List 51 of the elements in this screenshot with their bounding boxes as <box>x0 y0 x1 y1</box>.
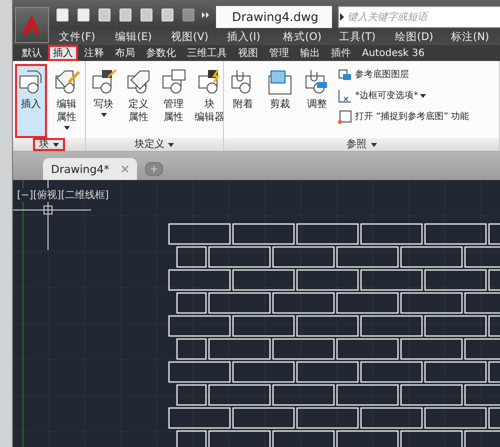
ribbon-button[interactable]: 编辑 属性 <box>50 64 83 138</box>
block-icon <box>266 68 294 96</box>
ribbon-tab[interactable]: Autodesk 36 <box>357 45 430 61</box>
panel-title[interactable]: 参照 <box>342 138 382 151</box>
ribbon-tab[interactable]: 参数化 <box>141 45 181 61</box>
menu-item[interactable]: 工具(T) <box>339 30 395 45</box>
document-title: Drawing4.dwg <box>216 6 332 28</box>
layers-icon <box>337 66 354 82</box>
document-tab[interactable]: Drawing4* <box>43 158 137 180</box>
ribbon-tab[interactable]: 默认 <box>17 45 47 61</box>
snap-icon <box>337 108 354 124</box>
menu-item[interactable]: 标注(N) <box>451 30 500 45</box>
caret-icon <box>370 142 377 146</box>
menu-item[interactable]: 插入(I) <box>227 30 283 45</box>
app-menu-button[interactable] <box>15 7 49 43</box>
ribbon-tab[interactable]: 插件 <box>326 45 356 61</box>
ribbon-tab[interactable]: 注释 <box>79 45 109 61</box>
ribbon-tab[interactable]: 三维工具 <box>182 45 232 61</box>
ribbon-tab[interactable]: 布局 <box>110 45 140 61</box>
menu-item[interactable]: 编辑(E) <box>115 30 171 45</box>
menu-item[interactable]: 绘图(D) <box>395 30 451 45</box>
block-icon <box>90 68 118 96</box>
ribbon-command[interactable]: *边框可变选项* <box>337 85 470 106</box>
ribbon-command[interactable]: 打开 “捕捉到参考底图” 功能 <box>337 106 470 127</box>
ribbon-button[interactable]: 写块 <box>88 64 120 138</box>
ribbon-button[interactable]: 定义 属性 <box>122 64 155 138</box>
block-icon <box>160 68 188 96</box>
plus-icon <box>151 166 157 172</box>
ribbon-tab[interactable]: 输出 <box>295 45 325 61</box>
ribbon-button[interactable]: 管理 属性 <box>158 64 190 138</box>
viewport-label[interactable]: [−][俯视][二维线框] <box>17 188 109 202</box>
ribbon-button[interactable]: 插入 <box>15 64 48 138</box>
ribbon-tab[interactable]: 插入 <box>48 45 78 61</box>
menu-item[interactable]: 文件(F) <box>59 30 115 45</box>
menu-item[interactable]: 格式(O) <box>283 30 339 45</box>
tab-label: Drawing4* <box>51 162 110 176</box>
ribbon-button[interactable]: 附着 <box>226 64 260 138</box>
panel-title[interactable]: 块 <box>32 138 65 151</box>
more-icon[interactable] <box>202 11 210 19</box>
block-icon <box>52 68 81 96</box>
caret-icon <box>168 142 174 146</box>
ribbon-button[interactable]: 块 编辑器 <box>192 64 227 138</box>
ribbon-button[interactable]: 剪裁 <box>263 64 298 138</box>
menu-item[interactable]: 视图(V) <box>171 30 227 45</box>
ribbon-tab[interactable]: 视图 <box>233 45 263 61</box>
new-tab-button[interactable] <box>145 162 163 176</box>
frame-icon <box>337 88 354 104</box>
caret-icon <box>52 142 59 146</box>
ribbon-tab[interactable]: 管理 <box>264 45 294 61</box>
ribbon-command[interactable]: 参考底图图层 <box>337 64 470 85</box>
ribbon-button[interactable]: 调整 <box>300 64 334 138</box>
